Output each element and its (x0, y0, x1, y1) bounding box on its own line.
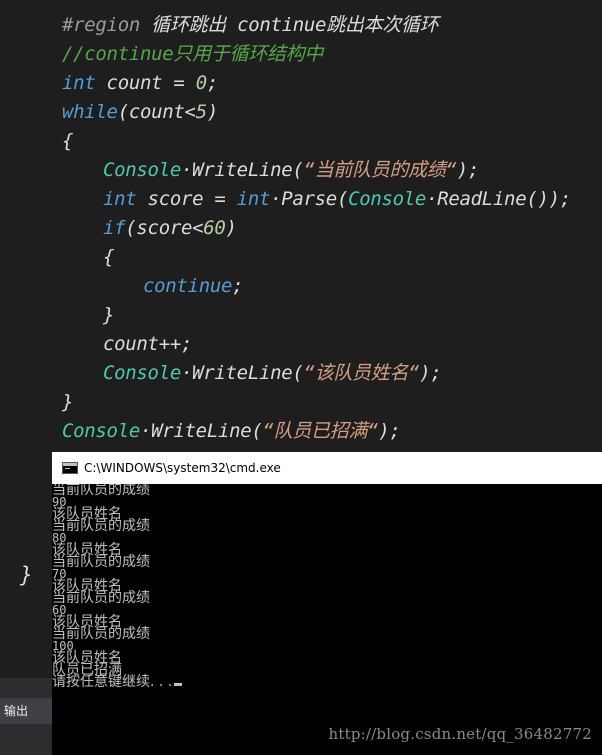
code-line-writeline-full: Console·WriteLine(“队员已招满“); (62, 417, 401, 446)
output-tab[interactable]: 输出 (0, 698, 52, 724)
code-line-count-increment: count++; (103, 330, 192, 359)
text-cursor (174, 683, 183, 686)
code-line-writeline-score: Console·WriteLine(“当前队员的成绩“); (103, 156, 479, 185)
string-literal: “该队员姓名“ (303, 362, 420, 384)
console-line: 当前队员的成绩 (52, 554, 150, 570)
code-text: count = (95, 72, 196, 94)
code-line-close-brace: } (62, 388, 73, 417)
code-text: (count< (117, 101, 196, 123)
code-text: ) (206, 101, 218, 123)
code-line-open-brace: { (62, 127, 73, 156)
keyword-if: if (103, 217, 126, 239)
code-line-int-count: int count = 0; (62, 69, 218, 98)
number-literal: 0 (195, 72, 207, 94)
code-text: ·Parse( (270, 188, 349, 210)
comment-text: //continue只用于循环结构中 (62, 43, 323, 65)
type-console: Console (62, 420, 140, 442)
console-line: 当前队员的成绩 (52, 484, 150, 498)
code-text: ); (419, 362, 442, 384)
console-line: 当前队员的成绩 (52, 590, 150, 606)
console-window[interactable]: C:\WINDOWS\system32\cmd.exe 当前队员的成绩 90 该… (52, 452, 602, 755)
code-line-inner-open-brace: { (103, 243, 114, 272)
console-output[interactable]: 当前队员的成绩 90 该队员姓名 当前队员的成绩 80 该队员姓名 当前队员的成… (52, 484, 602, 755)
console-titlebar[interactable]: C:\WINDOWS\system32\cmd.exe (52, 452, 602, 484)
code-text: (score< (125, 217, 204, 239)
code-text: ·WriteLine( (180, 362, 304, 384)
code-line-inner-close-brace: } (103, 301, 114, 330)
code-text: ·ReadLine()); (426, 188, 571, 210)
keyword-while: while (62, 101, 118, 123)
watermark: http://blog.csdn.net/qq_36482772 (328, 725, 592, 743)
brace: { (62, 130, 74, 152)
code-text: ) (225, 217, 237, 239)
string-literal: “队员已招满“ (262, 420, 379, 442)
number-literal: 60 (203, 217, 226, 239)
keyword-int: int (103, 188, 137, 210)
code-line-continue: continue; (143, 272, 244, 301)
console-title: C:\WINDOWS\system32\cmd.exe (84, 461, 281, 475)
type-console: Console (103, 159, 181, 181)
code-text: count++; (103, 333, 193, 355)
keyword-int: int (62, 72, 96, 94)
code-text: ; (232, 275, 244, 297)
keyword-continue: continue (143, 275, 233, 297)
console-line: 当前队员的成绩 (52, 518, 150, 534)
number-literal: 5 (195, 101, 207, 123)
brace: } (103, 304, 115, 326)
console-line: 该队员姓名 (52, 650, 122, 666)
brace: } (62, 391, 74, 413)
code-line-writeline-name: Console·WriteLine(“该队员姓名“); (103, 359, 442, 388)
code-text: ·WriteLine( (139, 420, 263, 442)
code-text: ); (378, 420, 401, 442)
code-line-region: #region 循环跳出 continue跳出本次循环 (62, 11, 439, 40)
cmd-icon (62, 462, 78, 474)
code-text: ); (456, 159, 480, 181)
console-prompt-line: 请按任意键继续. . . (52, 674, 602, 690)
region-title: 循环跳出 continue跳出本次循环 (139, 14, 439, 36)
code-line-while: while(count<5) (62, 98, 218, 127)
console-line: 当前队员的成绩 (52, 626, 150, 642)
type-console: Console (103, 362, 181, 384)
code-text: score = (136, 188, 237, 210)
type-console: Console (348, 188, 427, 210)
outer-close-brace: } (20, 563, 33, 587)
brace: { (103, 246, 115, 268)
region-keyword: #region (62, 14, 140, 36)
code-text: ·WriteLine( (180, 159, 304, 181)
code-line-if: if(score<60) (103, 214, 237, 243)
keyword-int: int (236, 188, 271, 210)
string-literal: “当前队员的成绩“ (303, 159, 457, 181)
code-line-comment: //continue只用于循环结构中 (62, 40, 323, 69)
code-line-int-score: int score = int·Parse(Console·ReadLine()… (103, 185, 571, 214)
code-text: ; (206, 72, 218, 94)
console-prompt: 请按任意键继续. . . (52, 674, 173, 690)
